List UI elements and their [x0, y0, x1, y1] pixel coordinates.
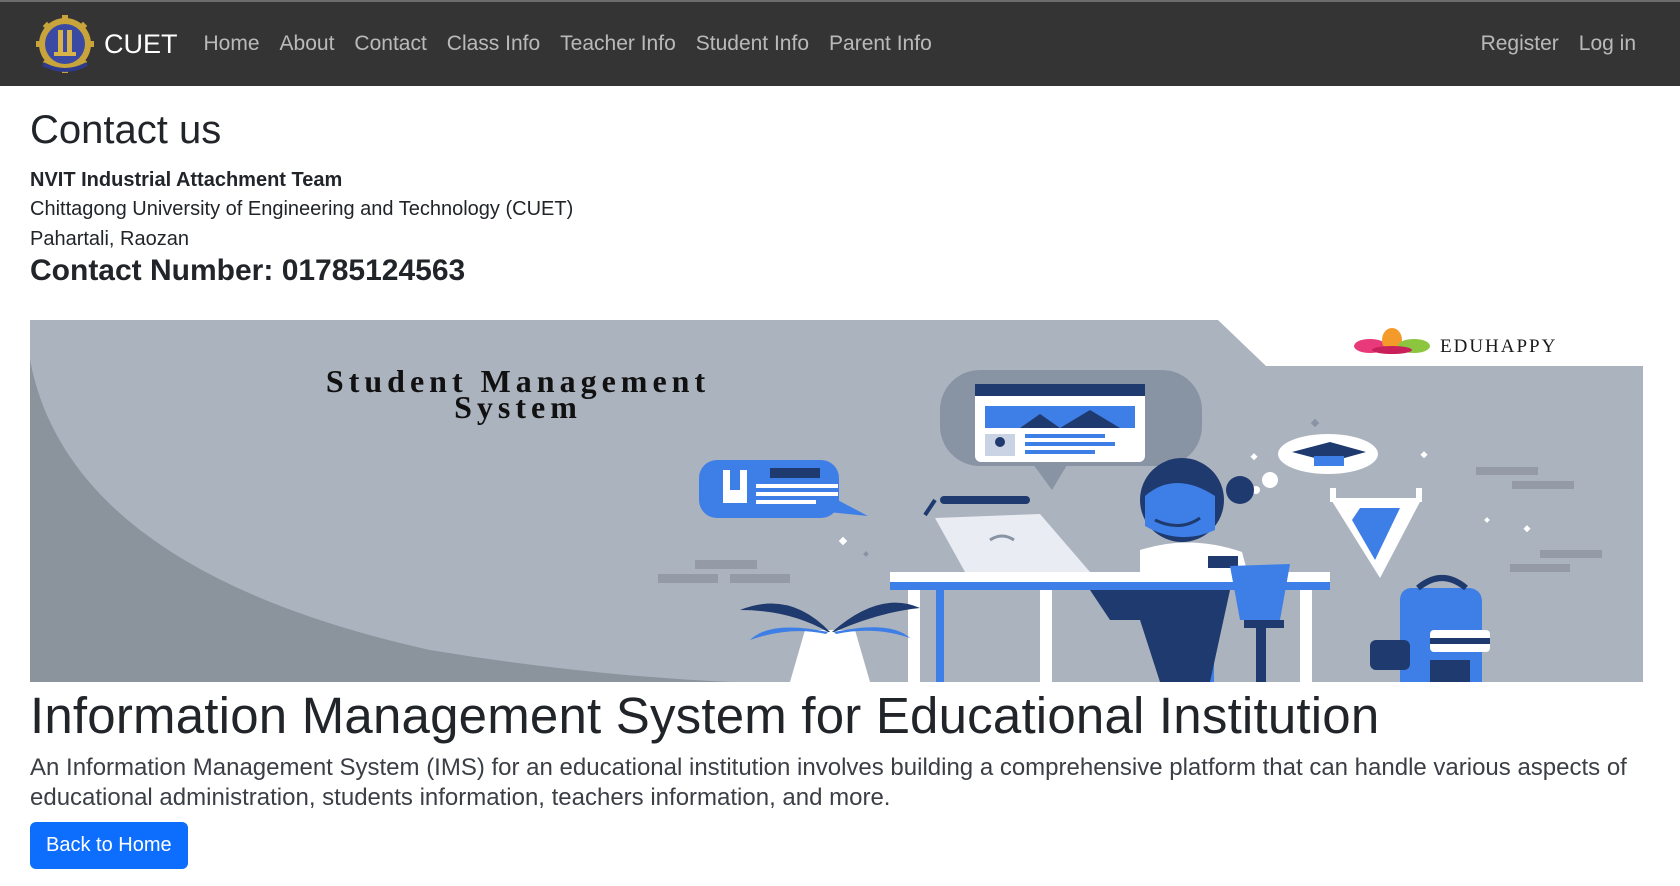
nav-parent-info-link[interactable]: Parent Info — [829, 32, 932, 56]
contact-number: Contact Number: 01785124563 — [30, 254, 465, 288]
team-name: NVIT Industrial Attachment Team — [30, 169, 343, 191]
nav-teacher-info-link[interactable]: Teacher Info — [560, 32, 676, 56]
contact-number-value: 01785124563 — [281, 254, 466, 287]
navbar: CUET Home About Contact Class Info Teach… — [0, 0, 1680, 86]
address-line-1: Chittagong University of Engineering and… — [30, 198, 574, 220]
banner-brand: EDUHAPPY — [1440, 336, 1557, 357]
brand[interactable]: CUET — [33, 14, 178, 74]
back-to-home-button[interactable]: Back to Home — [30, 822, 188, 869]
login-link[interactable]: Log in — [1579, 32, 1636, 56]
banner-image: EDUHAPPY Student Management System — [30, 320, 1643, 682]
main-nav: Home About Contact Class Info Teacher In… — [194, 32, 942, 56]
nav-home-link[interactable]: Home — [204, 32, 260, 56]
nav-contact-link[interactable]: Contact — [354, 32, 426, 56]
nav-class-info-link[interactable]: Class Info — [447, 32, 540, 56]
cuet-logo-icon — [36, 15, 94, 73]
nav-student-info-link[interactable]: Student Info — [696, 32, 809, 56]
brand-name: CUET — [104, 28, 178, 59]
page-title: Contact us — [30, 108, 222, 152]
hero-description: An Information Management System (IMS) f… — [30, 754, 1627, 811]
address-line-2: Pahartali, Raozan — [30, 228, 189, 250]
contact-number-label: Contact Number: — [30, 254, 274, 287]
register-link[interactable]: Register — [1481, 32, 1559, 56]
account-nav: Register Log in — [1471, 32, 1646, 56]
nav-about-link[interactable]: About — [280, 32, 335, 56]
banner-headline-line-2: System — [454, 389, 582, 425]
hero-title: Information Management System for Educat… — [30, 687, 1380, 744]
